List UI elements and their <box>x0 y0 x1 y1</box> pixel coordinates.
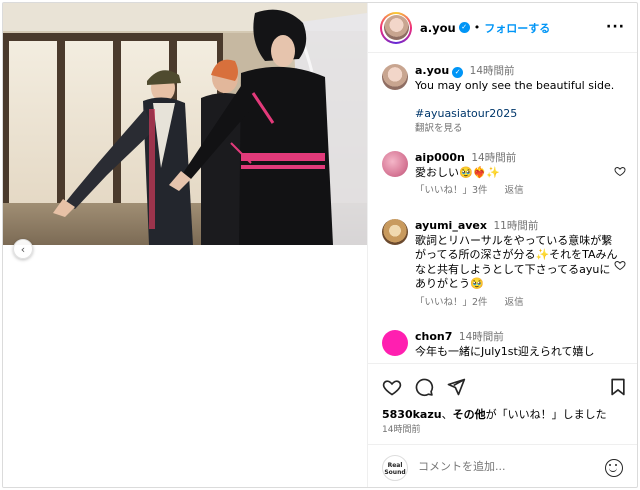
rehearsal-photo <box>3 3 367 245</box>
author-username[interactable]: a.you <box>420 21 456 35</box>
reply-button[interactable]: 返信 <box>505 297 524 308</box>
likes-summary: 5830kazu、その他が「いいね！」しました <box>382 406 607 422</box>
comment-text: 歌詞とリハーサルをやっている意味が繋がってる所の深さが分る✨それをTAみんなと共… <box>415 233 618 291</box>
comment-time: 14時間前 <box>458 331 504 343</box>
follow-button[interactable]: フォローする <box>484 20 550 36</box>
bookmark-icon[interactable] <box>608 377 628 397</box>
caption-text: You may only see the beautiful side. <box>415 78 615 92</box>
post-timestamp[interactable]: 14時間前 <box>382 422 420 435</box>
separator-dot: • <box>473 21 481 34</box>
verified-badge-icon: ✓ <box>458 22 470 33</box>
heart-icon[interactable] <box>614 259 626 271</box>
brand-logo: Real Sound <box>382 455 408 481</box>
previous-photo-button[interactable]: ‹ <box>13 239 33 259</box>
post-header: a.you ✓ • フォローする ··· <box>368 3 637 53</box>
reply-button[interactable]: 返信 <box>505 185 524 196</box>
media-panel: ‹ <box>3 3 367 487</box>
translate-link[interactable]: 翻訳を見る <box>415 122 620 137</box>
caption-hashtag[interactable]: #ayuasiatour2025 <box>415 107 620 122</box>
like-heart-icon[interactable] <box>382 377 402 397</box>
heart-icon[interactable] <box>614 165 626 177</box>
emoji-icon[interactable] <box>605 459 623 477</box>
commenter-avatar[interactable] <box>382 151 408 177</box>
liked-by-user[interactable]: 5830kazu <box>382 408 442 421</box>
post-actions: 5830kazu、その他が「いいね！」しました 14時間前 Real Sound <box>368 363 637 487</box>
comment-bubble-icon[interactable] <box>414 377 434 397</box>
comment-time: 11時間前 <box>493 220 539 232</box>
comment-time: 14時間前 <box>471 152 517 164</box>
comment-username[interactable]: aip000n <box>415 151 465 164</box>
caption-username[interactable]: a.you <box>415 64 449 77</box>
share-send-icon[interactable] <box>446 377 466 397</box>
add-comment-bar: Real Sound <box>368 444 637 487</box>
verified-badge-icon: ✓ <box>452 67 464 78</box>
comments-list[interactable]: a.you ✓ 14時間前 You may only see the beauti… <box>368 54 637 362</box>
comment-input[interactable] <box>418 460 588 473</box>
likes-comma: 、 <box>441 408 453 421</box>
chevron-left-icon: ‹ <box>20 242 26 256</box>
author-avatar-small[interactable] <box>382 64 408 90</box>
post-dialog: ‹ a.you ✓ • フォローする ··· a.you ✓ 14時間前 You… <box>2 2 638 488</box>
more-options-icon[interactable]: ··· <box>606 19 625 35</box>
comment-likes-count[interactable]: 「いいね！」3件 <box>415 185 488 196</box>
comment-username[interactable]: chon7 <box>415 330 452 343</box>
post-photo[interactable] <box>3 3 367 245</box>
likes-text: が「いいね！」しました <box>485 408 607 421</box>
commenter-avatar[interactable] <box>382 219 408 245</box>
commenter-avatar[interactable] <box>382 330 408 356</box>
comment-text: 今年も一緒にJuly1st迎えられて嬉し <box>415 344 595 358</box>
comment-text: 愛おしい🥹❤️‍🔥✨ <box>415 165 501 179</box>
comment-username[interactable]: ayumi_avex <box>415 219 487 232</box>
author-avatar[interactable] <box>380 11 412 44</box>
details-panel: a.you ✓ • フォローする ··· a.you ✓ 14時間前 You ma… <box>367 3 637 487</box>
caption-time: 14時間前 <box>469 65 515 77</box>
comment-likes-count[interactable]: 「いいね！」2件 <box>415 297 488 308</box>
likes-others-link[interactable]: その他 <box>453 408 486 421</box>
